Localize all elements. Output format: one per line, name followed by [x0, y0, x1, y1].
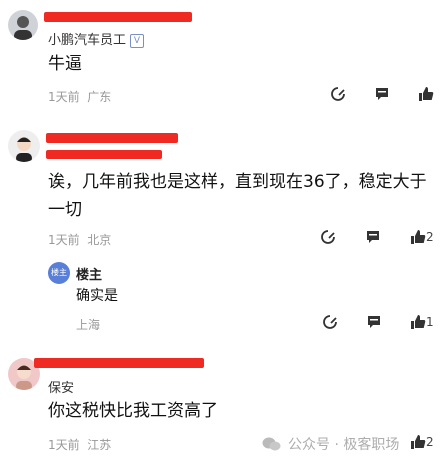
username[interactable]: 小鹏汽车员工 V	[48, 29, 145, 48]
reply-icon	[331, 87, 345, 101]
reply-button[interactable]	[320, 229, 336, 245]
comment-button[interactable]	[365, 229, 381, 245]
reply-text: 确实是	[76, 288, 118, 304]
comment-text: 牛逼	[48, 54, 82, 74]
user-avatar-icon	[16, 137, 32, 162]
watermark: 公众号 · 极客职场	[262, 434, 399, 454]
comment-text: 你这税快比我工资高了	[48, 401, 218, 421]
comment-location: 广东	[87, 90, 112, 104]
like-button[interactable]	[418, 86, 434, 102]
reply-icon	[321, 230, 335, 244]
like-button[interactable]: 1	[410, 314, 434, 330]
redacted-username	[44, 12, 192, 22]
username-text: 小鹏汽车员工	[48, 33, 127, 48]
reply-location: 上海	[76, 318, 101, 332]
reply-button[interactable]	[330, 86, 346, 102]
comment-time: 1天前	[48, 438, 80, 452]
comment-meta: 1天前 广东	[48, 88, 111, 105]
like-button[interactable]: 2	[410, 229, 434, 245]
comment-location: 江苏	[87, 438, 112, 452]
like-count: 1	[426, 315, 434, 329]
comment-meta: 1天前 北京	[48, 231, 111, 248]
comment-time: 1天前	[48, 233, 80, 247]
reply-icon	[323, 315, 337, 329]
comment-meta: 1天前 江苏	[48, 436, 111, 453]
redacted-username	[46, 133, 178, 143]
like-count: 2	[426, 435, 434, 449]
username[interactable]: 保安	[48, 377, 74, 396]
thumbs-up-icon	[411, 435, 426, 449]
verified-icon: V	[130, 33, 145, 48]
watermark-text: 公众号 · 极客职场	[288, 437, 400, 453]
comment-icon	[367, 231, 379, 243]
comment-button[interactable]	[366, 314, 382, 330]
user-avatar-icon	[14, 16, 32, 40]
comment-time: 1天前	[48, 90, 80, 104]
comment-location: 北京	[87, 233, 112, 247]
thumbs-up-icon	[411, 230, 426, 244]
like-count: 2	[426, 230, 434, 244]
redacted-username	[34, 358, 204, 368]
wechat-icon	[262, 437, 281, 451]
avatar[interactable]	[8, 10, 38, 40]
comment-icon	[376, 88, 388, 100]
comment-icon	[368, 316, 380, 328]
like-button[interactable]: 2	[410, 434, 434, 450]
op-avatar[interactable]: 楼主	[48, 262, 70, 284]
comment-button[interactable]	[374, 86, 390, 102]
redacted-username	[46, 150, 162, 159]
avatar[interactable]	[8, 130, 40, 162]
reply-name: 楼主	[76, 268, 103, 283]
thumbs-up-icon	[411, 315, 426, 329]
comment-text: 诶，几年前我也是这样，直到现在36了，稳定大于一切	[48, 172, 427, 220]
reply-button[interactable]	[322, 314, 338, 330]
thumbs-up-icon	[419, 87, 434, 101]
